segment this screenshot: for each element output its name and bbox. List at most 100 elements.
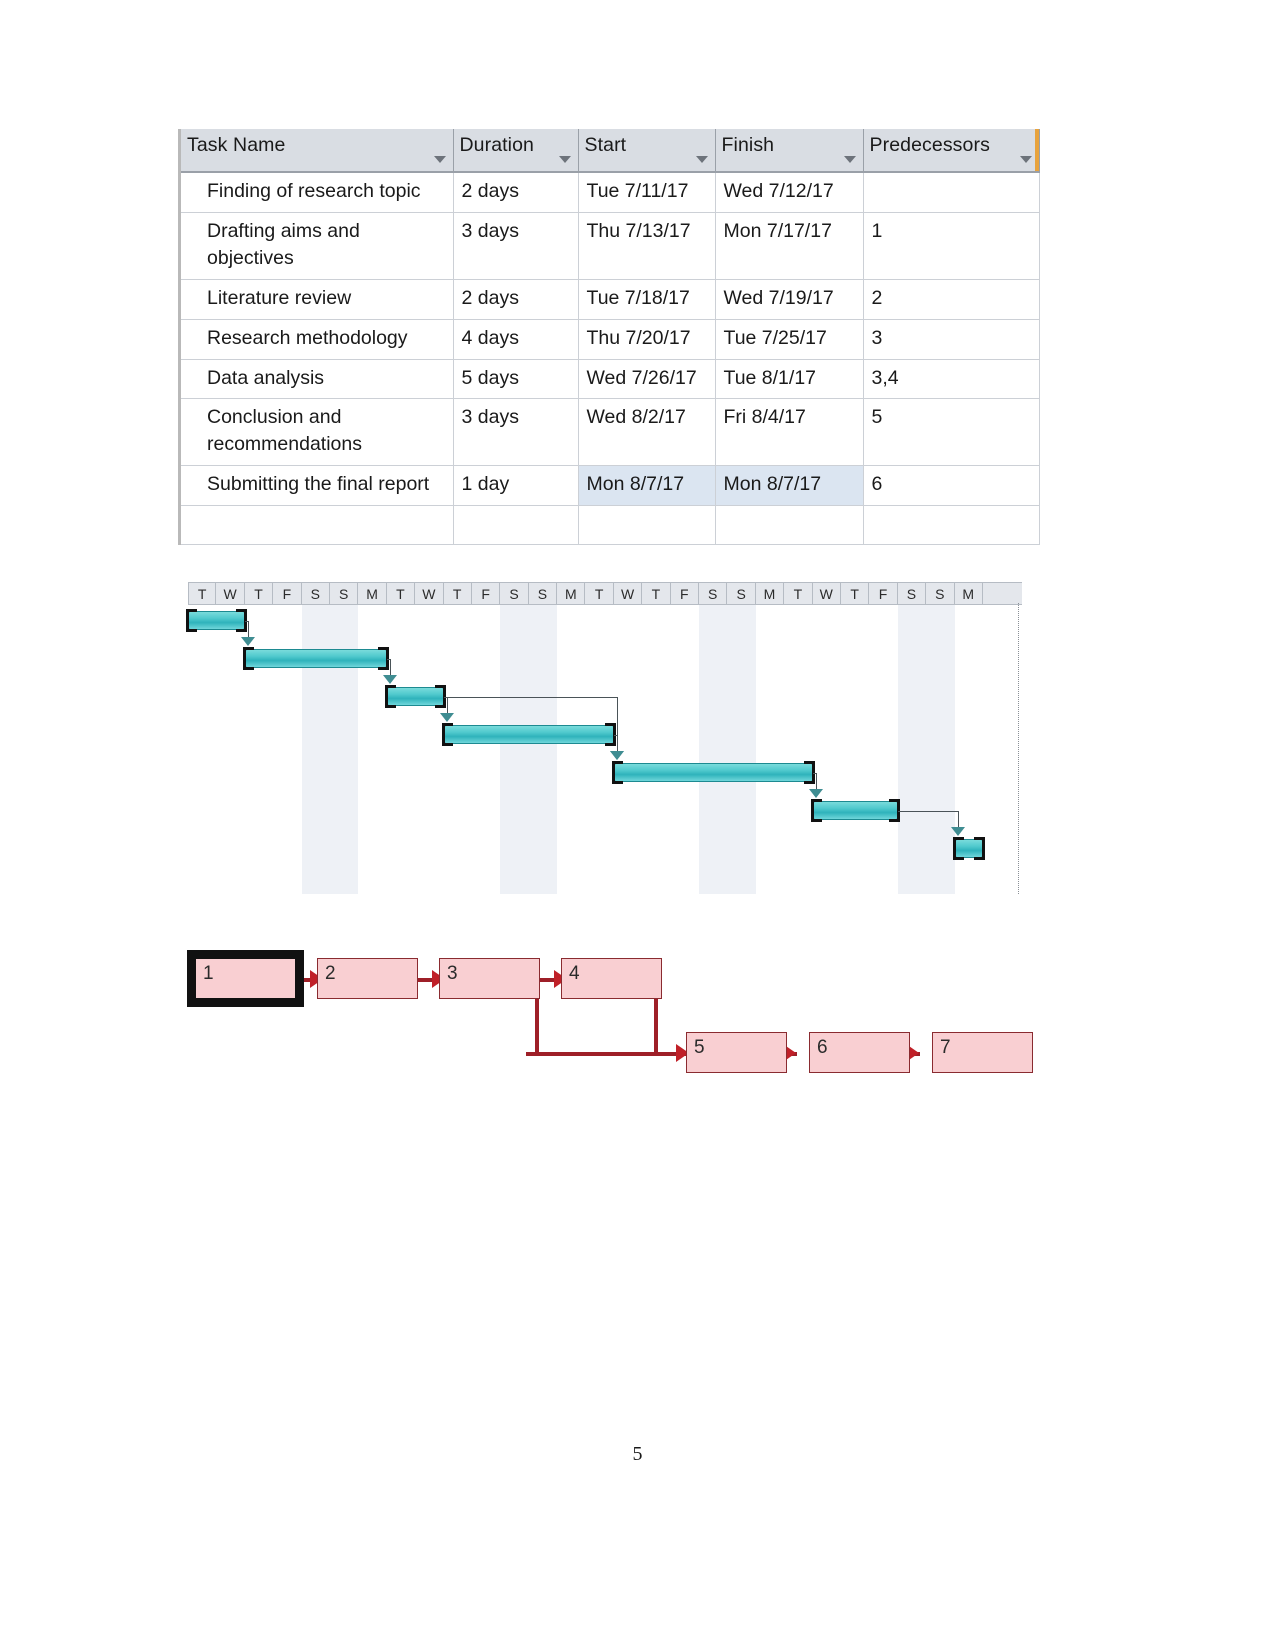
table-row[interactable]: Finding of research topic 2 days Tue 7/1… [181,172,1040,213]
gantt-bar[interactable] [186,609,247,632]
table-row[interactable]: Submitting the final report 1 day Mon 8/… [181,465,1040,507]
cell-predecessors[interactable]: 5 [863,398,1040,467]
cell-predecessors[interactable]: 3,4 [863,359,1040,400]
gantt-bar[interactable] [612,761,815,784]
cell-finish[interactable]: Tue 8/1/17 [715,359,864,400]
network-node-4[interactable]: 4 [561,958,662,999]
cell-duration[interactable]: 3 days [453,398,579,467]
gantt-day-17[interactable]: F [671,583,700,604]
column-header-task-name[interactable]: Task Name [181,129,454,173]
cell-predecessors[interactable] [863,172,1040,213]
gantt-day-19[interactable]: S [727,583,756,604]
cell-predecessors[interactable] [863,505,1040,546]
network-node-2[interactable]: 2 [317,958,418,999]
network-node-1[interactable]: 1 [187,950,304,1007]
gantt-chart[interactable]: TWTFSSMTWTFSSMTWTFSSMTWTFSSM [186,582,1022,894]
table-row[interactable]: Research methodology 4 days Thu 7/20/17 … [181,319,1040,360]
gantt-day-3[interactable]: F [273,583,302,604]
gantt-day-0[interactable]: T [188,583,217,604]
gantt-day-9[interactable]: T [444,583,472,604]
cell-task-name[interactable]: Submitting the final report [181,465,454,507]
gantt-day-6[interactable]: M [358,583,387,604]
gantt-day-8[interactable]: W [415,583,444,604]
cell-task-name[interactable]: Conclusion and recommendations [181,398,454,467]
cell-start[interactable]: Tue 7/18/17 [578,279,716,320]
cell-start[interactable] [578,505,716,546]
gantt-day-13[interactable]: M [557,583,586,604]
gantt-day-24[interactable]: F [869,583,898,604]
gantt-day-2[interactable]: T [245,583,274,604]
gantt-day-5[interactable]: S [330,583,359,604]
cell-task-name[interactable]: Literature review [181,279,454,320]
column-header-duration[interactable]: Duration [453,129,579,173]
network-diagram[interactable]: 1 2 3 4 5 6 7 [186,948,1033,1088]
cell-finish[interactable]: Mon 7/17/17 [715,212,864,280]
table-row[interactable]: Data analysis 5 days Wed 7/26/17 Tue 8/1… [181,359,1040,400]
column-header-predecessors[interactable]: Predecessors [863,129,1040,173]
cell-predecessors[interactable]: 3 [863,319,1040,360]
table-row[interactable]: Conclusion and recommendations 3 days We… [181,398,1040,467]
cell-finish[interactable]: Fri 8/4/17 [715,398,864,467]
gantt-day-15[interactable]: W [614,583,643,604]
table-row-empty[interactable] [181,505,1040,546]
gantt-day-26[interactable]: S [926,583,955,604]
gantt-day-27[interactable]: M [955,583,983,604]
chevron-down-icon[interactable] [433,156,446,163]
cell-task-name[interactable]: Data analysis [181,359,454,400]
table-row[interactable]: Literature review 2 days Tue 7/18/17 Wed… [181,279,1040,320]
cell-start[interactable]: Thu 7/13/17 [578,212,716,280]
cell-predecessors[interactable]: 1 [863,212,1040,280]
chevron-down-icon[interactable] [558,156,571,163]
gantt-day-4[interactable]: S [302,583,330,604]
cell-task-name[interactable]: Finding of research topic [181,172,454,213]
gantt-day-21[interactable]: T [784,583,813,604]
network-node-6[interactable]: 6 [809,1032,910,1073]
chevron-down-icon[interactable] [843,156,856,163]
cell-start[interactable]: Wed 8/2/17 [578,398,716,467]
cell-finish[interactable] [715,505,864,546]
gantt-day-16[interactable]: T [642,583,671,604]
gantt-bar[interactable] [810,799,900,822]
cell-duration[interactable]: 1 day [453,465,579,507]
cell-task-name[interactable]: Drafting aims and objectives [181,212,454,280]
gantt-timescale-header[interactable]: TWTFSSMTWTFSSMTWTFSSMTWTFSSM [188,582,1022,605]
network-node-7[interactable]: 7 [932,1032,1033,1073]
cell-duration[interactable]: 2 days [453,172,579,213]
gantt-day-1[interactable]: W [216,583,245,604]
gantt-day-10[interactable]: F [472,583,501,604]
cell-finish[interactable]: Wed 7/12/17 [715,172,864,213]
gantt-day-14[interactable]: T [585,583,614,604]
gantt-day-18[interactable]: S [699,583,728,604]
cell-start[interactable]: Wed 7/26/17 [578,359,716,400]
cell-start[interactable]: Mon 8/7/17 [578,465,716,507]
table-row[interactable]: Drafting aims and objectives 3 days Thu … [181,212,1040,280]
cell-duration[interactable]: 2 days [453,279,579,320]
task-table[interactable]: Task Name Duration Start Finish Predeces… [178,129,1040,546]
gantt-day-23[interactable]: T [841,583,870,604]
network-node-3[interactable]: 3 [439,958,540,999]
cell-task-name[interactable]: Research methodology [181,319,454,360]
cell-finish[interactable]: Mon 8/7/17 [715,465,864,507]
gantt-day-7[interactable]: T [387,583,416,604]
cell-duration[interactable]: 4 days [453,319,579,360]
gantt-day-25[interactable]: S [898,583,927,604]
gantt-day-11[interactable]: S [500,583,529,604]
cell-duration[interactable]: 3 days [453,212,579,280]
cell-predecessors[interactable]: 2 [863,279,1040,320]
cell-finish[interactable]: Tue 7/25/17 [715,319,864,360]
column-header-finish[interactable]: Finish [715,129,864,173]
chevron-down-icon[interactable] [695,156,708,163]
gantt-bar[interactable] [384,685,446,708]
gantt-bar[interactable] [952,837,986,860]
chevron-down-icon[interactable] [1019,156,1032,163]
cell-predecessors[interactable]: 6 [863,465,1040,507]
cell-duration[interactable] [453,505,579,546]
gantt-day-12[interactable]: S [529,583,558,604]
gantt-day-22[interactable]: W [813,583,841,604]
cell-start[interactable]: Thu 7/20/17 [578,319,716,360]
cell-start[interactable]: Tue 7/11/17 [578,172,716,213]
column-header-start[interactable]: Start [578,129,716,173]
cell-duration[interactable]: 5 days [453,359,579,400]
gantt-bar[interactable] [441,723,616,746]
gantt-day-20[interactable]: M [756,583,785,604]
